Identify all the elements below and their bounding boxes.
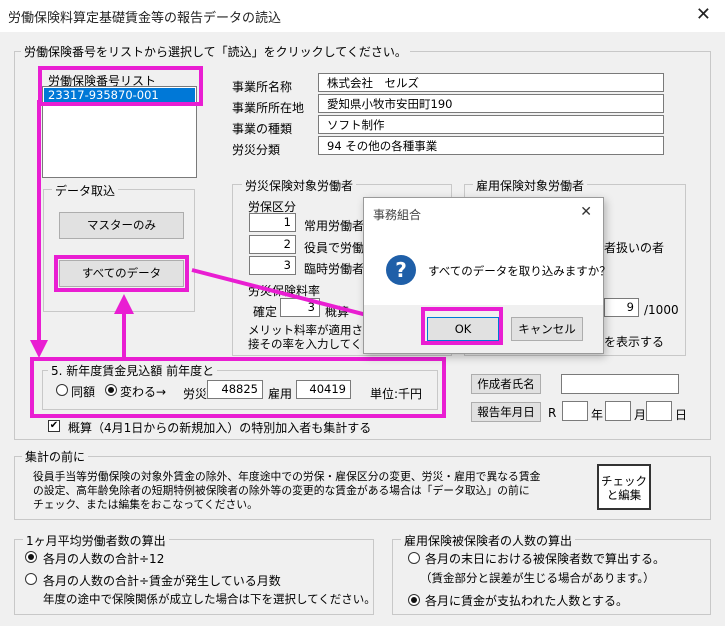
dialog-title: 事務組合 — [373, 208, 422, 222]
ok-highlight — [421, 307, 503, 345]
question-icon: ? — [386, 255, 416, 285]
arrow-head-up-icon — [114, 294, 134, 314]
dialog-close-icon[interactable]: ✕ — [580, 204, 592, 220]
cancel-button[interactable]: キャンセル — [511, 317, 583, 341]
dialog-message: すべてのデータを取り込みますか？ — [428, 264, 611, 278]
question-glyph: ? — [395, 258, 407, 282]
arrow-head-down-icon — [30, 340, 48, 358]
